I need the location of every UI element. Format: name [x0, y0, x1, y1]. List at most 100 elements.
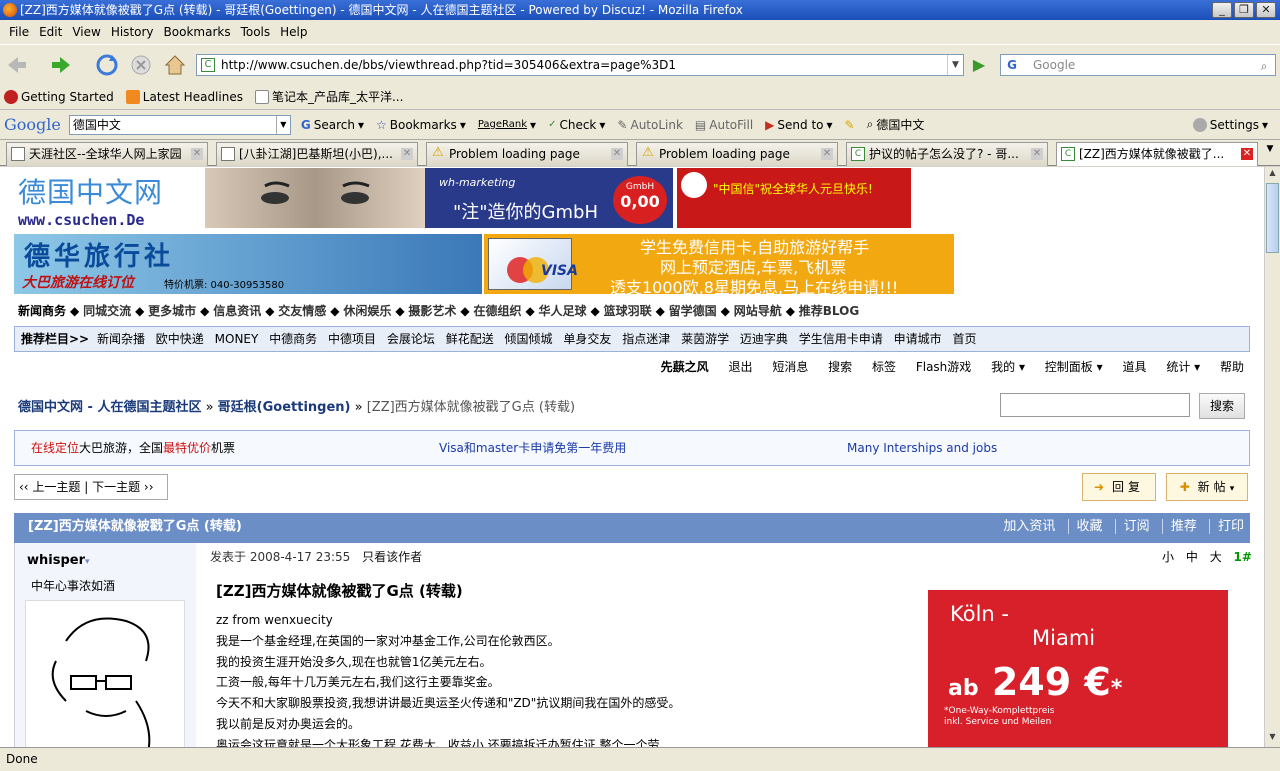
nav-study[interactable]: 留学德国: [669, 304, 717, 318]
tab-tianya[interactable]: 天涯社区--全球华人网上家园 ✕: [6, 142, 208, 166]
thread-prev-next[interactable]: ‹‹ 上一主题 | 下一主题 ››: [14, 474, 168, 500]
ad-jobs[interactable]: Many Interships and jobs: [847, 431, 997, 465]
breadcrumb-home[interactable]: 德国中文网 - 人在德国主题社区: [18, 400, 201, 415]
back-icon[interactable]: [4, 53, 30, 77]
google-toolbar-input[interactable]: 德国中文 ▼: [68, 114, 291, 135]
help-link[interactable]: 帮助: [1220, 360, 1244, 374]
rec-link[interactable]: 莱茵游学: [681, 332, 729, 346]
font-small-link[interactable]: 小: [1162, 550, 1174, 564]
tab-current[interactable]: C [ZZ]西方媒体就像被戳了... ✕: [1056, 142, 1258, 166]
menu-edit[interactable]: Edit: [34, 25, 67, 39]
menu-file[interactable]: File: [4, 25, 34, 39]
rec-link[interactable]: 指点迷津: [622, 332, 670, 346]
author-name[interactable]: whisper▾: [27, 553, 90, 568]
nav-leisure[interactable]: 休闲娱乐: [343, 304, 391, 318]
rec-link[interactable]: 会展论坛: [387, 332, 435, 346]
flash-games-link[interactable]: Flash游戏: [916, 360, 971, 374]
stats-menu[interactable]: 统计 ▾: [1166, 360, 1200, 374]
gtb-pagerank[interactable]: PageRank ▾: [478, 118, 536, 132]
close-tab-icon[interactable]: ✕: [611, 148, 623, 160]
rec-link[interactable]: MONEY: [215, 332, 259, 346]
search-icon[interactable]: ⌕: [1255, 56, 1273, 74]
gtb-search[interactable]: G Search ▾: [301, 118, 364, 132]
rec-link[interactable]: 新闻杂播: [97, 332, 145, 346]
gtb-highlight[interactable]: ✎: [845, 118, 855, 132]
username-link[interactable]: 先蕻之风: [661, 360, 709, 374]
bookmark-latest-headlines[interactable]: Latest Headlines: [125, 89, 243, 104]
minimize-button[interactable]: _: [1212, 2, 1232, 18]
scroll-down-icon[interactable]: ▼: [1266, 732, 1279, 746]
maximize-button[interactable]: ❐: [1234, 2, 1254, 18]
rec-link[interactable]: 中德商务: [269, 332, 317, 346]
nav-photo[interactable]: 摄影艺术: [408, 304, 456, 318]
bookmark-laptop[interactable]: 笔记本_产品库_太平洋...: [254, 88, 403, 105]
logout-link[interactable]: 退出: [728, 360, 752, 374]
nav-more-cities[interactable]: 更多城市: [148, 304, 196, 318]
url-dropdown-icon[interactable]: ▼: [947, 55, 963, 75]
stop-icon[interactable]: [128, 53, 154, 77]
print-link[interactable]: 打印: [1208, 519, 1244, 534]
menu-help[interactable]: Help: [275, 25, 312, 39]
bookmark-getting-started[interactable]: Getting Started: [4, 89, 114, 104]
nav-blog[interactable]: 推荐BLOG: [799, 304, 859, 318]
tags-link[interactable]: 标签: [872, 360, 896, 374]
ad-bus-travel[interactable]: 在线定位大巴旅游，全国最特优价机票: [31, 431, 235, 465]
search-box[interactable]: G Google ⌕: [1000, 54, 1276, 76]
control-panel-menu[interactable]: 控制面板 ▾: [1045, 360, 1103, 374]
close-tab-icon[interactable]: ✕: [1241, 148, 1253, 160]
close-button[interactable]: ✕: [1256, 2, 1276, 18]
home-icon[interactable]: [162, 53, 188, 77]
gtb-sendto[interactable]: ▶ Send to ▾: [765, 118, 832, 132]
search-link[interactable]: 搜索: [828, 360, 852, 374]
nav-sitemap[interactable]: 网站导航: [734, 304, 782, 318]
font-medium-link[interactable]: 中: [1186, 550, 1198, 564]
nav-info[interactable]: 信息资讯: [213, 304, 261, 318]
menu-tools[interactable]: Tools: [236, 25, 276, 39]
chevron-down-icon[interactable]: ▾: [1230, 484, 1235, 494]
reply-button[interactable]: ➜ 回复: [1082, 473, 1156, 501]
close-tab-icon[interactable]: ✕: [1031, 148, 1043, 160]
floor-number[interactable]: 1#: [1234, 550, 1252, 564]
nav-football[interactable]: 华人足球: [539, 304, 587, 318]
reload-icon[interactable]: [94, 53, 120, 77]
gtb-autofill[interactable]: ▤ AutoFill: [695, 118, 753, 132]
forum-search-button[interactable]: 搜索: [1199, 393, 1245, 419]
google-logo[interactable]: Google: [4, 115, 61, 134]
gtb-check[interactable]: ✓ Check ▾: [548, 118, 605, 132]
chevron-down-icon[interactable]: ▼: [275, 115, 290, 134]
favorite-link[interactable]: 收藏: [1067, 519, 1103, 534]
subscribe-link[interactable]: 订阅: [1114, 519, 1150, 534]
scrollbar-thumb[interactable]: [1266, 183, 1279, 253]
nav-city[interactable]: 同城交流: [83, 304, 131, 318]
forward-icon[interactable]: [48, 53, 74, 77]
gtb-settings[interactable]: Settings ▾: [1192, 117, 1268, 132]
gtb-csuchen[interactable]: ⌕ 德国中文: [867, 116, 925, 133]
close-tab-icon[interactable]: ✕: [401, 148, 413, 160]
close-tab-icon[interactable]: ✕: [821, 148, 833, 160]
rec-link[interactable]: 欧中快递: [156, 332, 204, 346]
tab-huyi[interactable]: C 护议的帖子怎么没了? - 哥... ✕: [846, 142, 1048, 166]
nav-news[interactable]: 新闻商务: [18, 304, 66, 318]
close-tab-icon[interactable]: ✕: [191, 148, 203, 160]
gtb-bookmarks[interactable]: ☆ Bookmarks ▾: [376, 118, 466, 132]
credit-card-banner[interactable]: VISA 学生免费信用卡,自助旅游好帮手 网上预定酒店,车票,飞机票 透支100…: [484, 234, 954, 294]
my-menu[interactable]: 我的 ▾: [991, 360, 1025, 374]
only-author-link[interactable]: 只看该作者: [362, 550, 422, 564]
breadcrumb-forum[interactable]: 哥廷根(Goettingen): [218, 400, 351, 415]
xinyi-banner[interactable]: "中国信"祝全球华人元旦快乐!: [677, 168, 911, 228]
tab-bagua[interactable]: [八卦江湖]巴基斯坦(小巴),... ✕: [216, 142, 418, 166]
ad-visa[interactable]: Visa和master卡申请免第一年费用: [439, 431, 626, 465]
gtb-autolink[interactable]: ✎ AutoLink: [617, 118, 683, 132]
recommend-link[interactable]: 推荐: [1161, 519, 1197, 534]
rec-link[interactable]: 申请城市: [894, 332, 942, 346]
nav-dating[interactable]: 交友情感: [278, 304, 326, 318]
messages-link[interactable]: 短消息: [772, 360, 808, 374]
vertical-scrollbar[interactable]: ▲ ▼: [1264, 167, 1280, 747]
avatar[interactable]: [25, 600, 185, 747]
menu-view[interactable]: View: [67, 25, 105, 39]
menu-history[interactable]: History: [106, 25, 159, 39]
wh-marketing-banner[interactable]: wh-marketing "注"造你的GmbH GmbH 0,00: [425, 168, 673, 228]
rec-link[interactable]: 学生信用卡申请: [799, 332, 883, 346]
font-large-link[interactable]: 大: [1210, 550, 1222, 564]
url-bar[interactable]: C http://www.csuchen.de/bbs/viewthread.p…: [196, 54, 964, 76]
